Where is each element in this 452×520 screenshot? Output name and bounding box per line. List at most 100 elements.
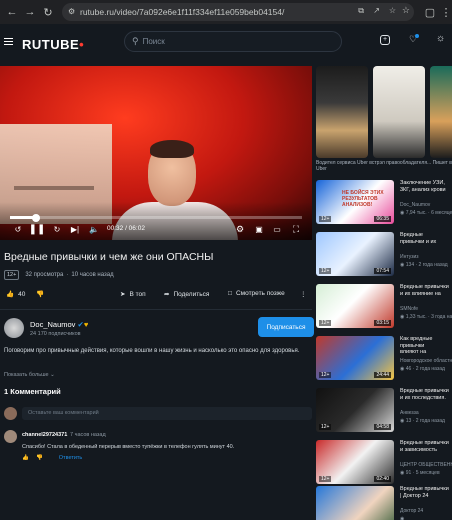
next-icon[interactable]: ▶| [70, 223, 80, 236]
forward-10-icon[interactable]: ↻ [51, 223, 63, 236]
watch-later-button[interactable]: □ Смотреть позже [228, 290, 285, 297]
dislike-button[interactable]: 👎 [36, 290, 44, 298]
recommendation-channel[interactable]: SMNofe [400, 306, 418, 312]
video-title: Вредные привычки и чем же они ОПАСНЫ [4, 251, 214, 263]
recommendation-title[interactable]: Вредные привычки и зависимость [400, 440, 452, 453]
recommendation-item[interactable]: НЕ БОЙСЯ ЭТИХ РЕЗУЛЬТАТОВ АНАЛИЗОВ! 12+ 06… [316, 180, 452, 226]
forward-icon[interactable]: → [22, 4, 38, 20]
share-button[interactable]: ➦ Поделиться [164, 290, 209, 299]
recommendation-thumbnail[interactable] [316, 486, 394, 520]
back-icon[interactable]: ← [4, 4, 20, 20]
mute-icon[interactable]: 🔈 [88, 223, 100, 236]
recommendation-item[interactable]: 12+ 07:54 Вредные привычки и их Интузиз ◉ 13… [316, 232, 452, 278]
recommendation-stats: ◉ 134 · 2 года назад [400, 262, 448, 268]
install-icon[interactable]: ⧉ [358, 6, 364, 16]
theme-toggle-icon[interactable]: ☼ [436, 33, 445, 44]
more-options-icon[interactable]: ⋮ [300, 290, 307, 298]
comment-author[interactable]: channel29724371 [22, 432, 67, 438]
comment-dislike-icon[interactable]: 👎 [36, 455, 43, 461]
reply-button[interactable]: Ответить [59, 455, 83, 461]
thumbnail-text: НЕ БОЙСЯ ЭТИХ РЕЗУЛЬТАТОВ АНАЛИЗОВ! [342, 190, 384, 208]
recommendation-item[interactable]: 12+ 24:44 Как вредные привычки влияют на Но… [316, 336, 452, 382]
recommendation-title[interactable]: Как вредные привычки влияют на [400, 336, 452, 356]
short-card[interactable] [316, 66, 368, 158]
user-avatar [4, 407, 17, 420]
url-text: rutube.ru/video/7a092e6e1f11f334ef11e059… [80, 7, 285, 17]
subscribe-button[interactable]: Подписаться [258, 317, 314, 337]
recommendation-channel[interactable]: Доктор 24 [400, 508, 423, 514]
video-player[interactable]: ↺ ❚❚ ↻ ▶| 🔈 00:32 / 06:02 ⚙ ▣ ▭ ⛶ [0, 66, 312, 240]
site-header: RUTUBE• ⚲ Поиск + ♡ ☼ [0, 24, 452, 60]
recommendation-item[interactable]: Вредные привычки | Доктор 24 Доктор 24 ◉ [316, 486, 452, 520]
short-card[interactable] [430, 66, 452, 158]
reload-icon[interactable]: ↻ [40, 4, 56, 20]
video-description: Поговорим про привычные действия, которы… [4, 348, 300, 354]
in-feed-button[interactable]: ➤ В топ [120, 290, 146, 299]
miniplayer-icon[interactable]: ▣ [253, 223, 265, 236]
recommendation-item[interactable]: 12+ 02:40 Вредные привычки и зависимость ЦЕ… [316, 440, 452, 486]
age-badge: 12+ [319, 476, 332, 482]
browser-menu-icon[interactable]: ⋮ [438, 4, 452, 20]
comment-input[interactable]: Оставьте ваш комментарий [22, 407, 312, 420]
age-badge: 12+ [319, 268, 332, 274]
comment-time: 7 часов назад [70, 432, 106, 438]
recommendation-thumbnail[interactable]: НЕ БОЙСЯ ЭТИХ РЕЗУЛЬТАТОВ АНАЛИЗОВ! 12+ 06… [316, 180, 394, 224]
rewind-icon[interactable]: ↺ [12, 223, 24, 236]
recommendation-stats: ◉ 1,33 тыс. · 3 года назад [400, 314, 452, 320]
recommendation-title[interactable]: Вредные привычки и их влияние на [400, 284, 452, 297]
recommendation-title[interactable]: Вредные привычки и их последствия. [400, 388, 452, 401]
show-more-link[interactable]: Показать больше ⌄ [4, 372, 55, 378]
menu-icon[interactable] [4, 38, 13, 45]
recommendation-stats: ◉ 13 · 2 года назад [400, 418, 445, 424]
recommendation-title[interactable]: Заключение УЗИ, 3КГ, анализ крови [400, 180, 452, 193]
recommendation-channel[interactable]: Doc_Naumov [400, 202, 430, 208]
recommendation-thumbnail[interactable]: 12+ 07:54 [316, 232, 394, 276]
share-page-icon[interactable]: ↗ [373, 6, 380, 15]
recommendation-thumbnail[interactable]: 12+ 03:15 [316, 284, 394, 328]
progress-bar[interactable] [10, 213, 302, 222]
upload-icon[interactable]: + [380, 35, 390, 45]
address-bar[interactable]: ⚙ rutube.ru/video/7a092e6e1f11f334ef11e0… [62, 3, 414, 21]
channel-name[interactable]: Doc_Naumov ✔♥ [30, 320, 88, 329]
recommendation-title[interactable]: Вредные привычки | Доктор 24 [400, 486, 452, 499]
site-info-icon[interactable]: ⚙ [68, 7, 75, 16]
translate-icon[interactable]: ☆ [389, 6, 396, 15]
comment-like-icon[interactable]: 👍 [22, 455, 29, 461]
recommendation-stats: ◉ 91 · 5 месяцев [400, 470, 440, 476]
published-time: 10 часов назад [71, 272, 114, 278]
rutube-logo[interactable]: RUTUBE• [22, 37, 84, 52]
recommendation-thumbnail[interactable]: 12+ 04:58 [316, 388, 394, 432]
short-card[interactable] [373, 66, 425, 158]
recommendation-channel[interactable]: Интузиз [400, 254, 419, 260]
comment-text: Спасибо! Стала в обеденный перерыв вмест… [22, 444, 235, 450]
recommendation-item[interactable]: 12+ 04:58 Вредные привычки и их последстви… [316, 388, 452, 434]
recommendation-channel[interactable]: Новгородское областн. [400, 358, 452, 364]
recommendation-channel[interactable]: ЦЕНТР ОБЩЕСТВЕННО [400, 462, 452, 468]
commenter-avatar[interactable] [4, 430, 17, 443]
like-button[interactable]: 👍 40 [6, 290, 25, 299]
bookmark-star-icon[interactable]: ☆ [402, 5, 410, 16]
search-input[interactable]: ⚲ Поиск [124, 31, 342, 52]
video-meta: 12+ 32 просмотра · 10 часов назад [4, 270, 114, 280]
search-icon: ⚲ [132, 36, 139, 46]
pause-icon[interactable]: ❚❚ [29, 223, 46, 236]
duration-badge: 03:15 [374, 320, 391, 326]
age-rating-badge: 12+ [4, 270, 20, 280]
progress-handle[interactable] [31, 213, 40, 222]
thumbs-up-icon: 👍 [6, 291, 15, 298]
recommendation-item[interactable]: 12+ 03:15 Вредные привычки и их влияние на… [316, 284, 452, 330]
short-caption: Водител сервиса Uber встрэл правообладат… [316, 160, 452, 172]
fullscreen-icon[interactable]: ⛶ [290, 223, 302, 236]
recommendation-title[interactable]: Вредные привычки и их [400, 232, 452, 245]
recommendation-channel[interactable]: Анвезза [400, 410, 419, 416]
recommendation-thumbnail[interactable]: 12+ 24:44 [316, 336, 394, 380]
shorts-row [316, 66, 452, 158]
theater-mode-icon[interactable]: ▭ [271, 223, 283, 236]
views-icon: ◉ [400, 516, 405, 520]
age-badge: 12+ [319, 320, 332, 326]
settings-icon[interactable]: ⚙ [234, 223, 246, 236]
recommendation-thumbnail[interactable]: 12+ 02:40 [316, 440, 394, 484]
extensions-icon[interactable]: ▢ [422, 4, 438, 20]
browser-toolbar: ← → ↻ ⚙ rutube.ru/video/7a092e6e1f11f334… [0, 0, 452, 24]
channel-avatar[interactable] [4, 318, 24, 338]
